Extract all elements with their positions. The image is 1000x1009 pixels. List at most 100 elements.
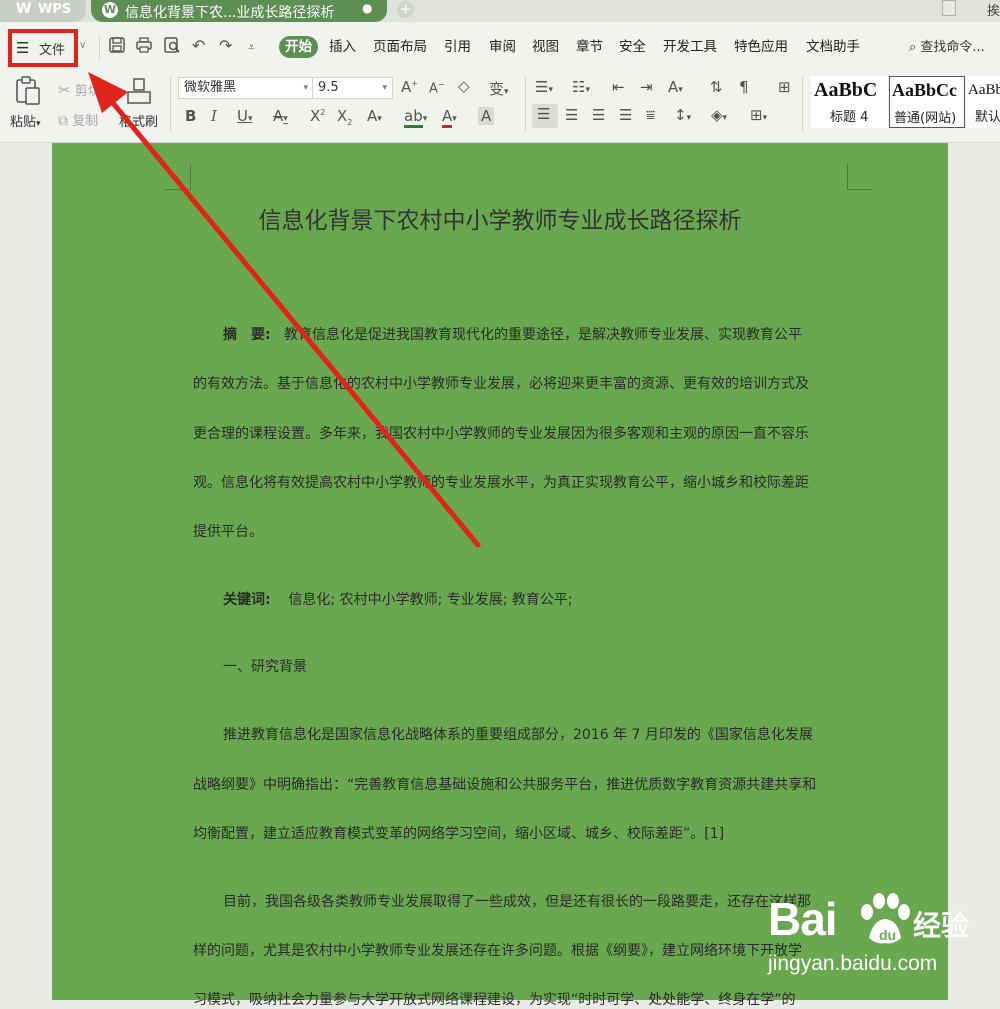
subscript-icon[interactable]: X2 [337,107,352,127]
font-size-combo[interactable]: 9.5 ▾ [312,77,393,99]
tab-special-features[interactable]: 特色应用 [734,36,788,58]
align-center-icon[interactable]: ☰ [565,106,578,124]
text-effect-icon[interactable]: A▾ [367,107,382,125]
style-sample: AaBbCc [892,80,958,100]
document-tab[interactable]: W 信息化背景下农...业成长路径探析 ● [91,0,387,22]
tab-developer[interactable]: 开发工具 [663,36,717,58]
style-name: 默认 [975,110,1000,125]
tab-review[interactable]: 审阅 [489,36,516,58]
print-preview-icon[interactable] [163,36,181,58]
tab-document-assistant[interactable]: 文档助手 [806,36,860,58]
document-page[interactable] [52,143,948,1000]
distribute-icon[interactable]: ⩸ [646,106,655,124]
chevron-down-icon[interactable]: ∨ [79,40,86,51]
abstract-line: 提供平台。 [193,524,263,540]
numbered-list-icon[interactable]: ☷▾ [572,78,590,96]
underline-icon[interactable]: U▾ [237,107,253,125]
font-name-value: 微软雅黑 [184,80,237,95]
increase-indent-icon[interactable]: ⇥ [640,78,653,96]
paw-icon: du [861,893,910,944]
superscript-icon[interactable]: X2 [310,107,325,125]
document-title: 信息化背景下农村中小学教师专业成长路径探析 [258,208,742,234]
justify-icon[interactable]: ☰ [619,106,632,124]
watermark-jingyan: 经验 [913,909,970,942]
body-line: 推进教育信息化是国家信息化战略体系的重要组成部分，2016 年 7 月印发的《国… [223,727,813,743]
show-marks-icon[interactable]: ¶ [739,78,749,96]
cut-label: 剪切 [74,84,101,99]
scissors-icon: ✂ [58,81,71,99]
highlight-color-icon[interactable]: ab▾ [404,107,427,128]
body-line: 均衡配置，建立适应教育模式变革的网络学习空间，缩小区域、城乡、校际差距”。[1] [193,826,725,842]
document-tab-title: 信息化背景下农...业成长路径探析 [125,5,335,21]
decrease-indent-icon[interactable]: ⇤ [612,78,625,96]
copy-button[interactable]: ⧉ 复制 [58,110,98,129]
align-left-icon: ☰ [537,105,551,123]
decrease-font-size-icon[interactable]: A− [429,80,445,96]
paste-icon[interactable] [14,76,42,110]
tab-chapter[interactable]: 章节 [576,36,603,58]
strikethrough-icon[interactable]: A▾ [273,107,288,125]
tab-security[interactable]: 安全 [619,36,646,58]
window-control-text[interactable]: 挨 [987,0,1000,19]
tab-references[interactable]: 引用 [444,36,471,58]
new-tab-button[interactable]: + [397,1,414,18]
wps-logo-icon: W [16,1,32,17]
save-icon[interactable] [108,36,126,58]
tab-home[interactable]: 开始 [279,36,318,58]
redo-icon[interactable]: ↷ [219,36,232,55]
italic-icon[interactable]: I [211,107,217,125]
bold-icon[interactable]: B [185,107,196,125]
window-icon[interactable] [942,0,956,16]
font-name-combo[interactable]: 微软雅黑 ▾ [178,77,314,99]
text-direction-icon[interactable]: A▾ [668,78,683,96]
body-line: 战略纲要》中明确指出：“完善教育信息基础设施和公共服务平台，推进优质数字教育资源… [193,777,817,793]
body-line: 习模式，吸纳社会力量参与大学开放式网络课程建设，为实现“时时可学、处处能学、终身… [193,992,796,1008]
keywords-label: 关键词: [223,592,271,608]
paste-button[interactable]: 粘贴▾ [10,111,41,130]
align-right-icon[interactable]: ☰ [592,106,605,124]
sort-icon[interactable]: ⇅ [710,78,723,96]
style-heading4[interactable]: AaBbC 标题 4 [811,76,888,128]
table-icon[interactable]: ⊞ [778,78,791,96]
divider [99,36,100,60]
customize-quick-access-icon[interactable]: ⩡ [248,40,255,55]
shading-icon[interactable]: ◈▾ [711,106,727,124]
format-painter-icon[interactable] [124,76,154,110]
search-label: 查找命令... [920,40,985,55]
abstract-text: 教育信息化是促进我国教育现代化的重要途径，是解决教师专业发展、实现教育公平 [283,327,802,343]
style-default[interactable]: AaBb 默认 [966,76,1000,128]
style-normal-web[interactable]: AaBbCc 普通(网站) [889,76,965,128]
print-icon[interactable] [135,36,153,58]
style-name: 标题 4 [830,110,869,125]
page-corner-mark [847,164,873,190]
bullet-list-icon[interactable]: ☰▾ [535,78,553,96]
style-sample: AaBb [968,82,1000,98]
format-painter-button[interactable]: 格式刷 [119,111,158,130]
divider [170,76,171,132]
watermark-brand: Bai [768,893,838,945]
abstract-line: 更合理的课程设置。多年来，我国农村中小学教师的专业发展因为很多客观和主观的原因一… [193,426,809,442]
paste-label: 粘贴 [10,115,37,130]
tab-view[interactable]: 视图 [532,36,559,58]
undo-icon[interactable]: ↶ [192,36,205,55]
cut-button[interactable]: ✂ 剪切 [58,80,101,99]
abstract-line: 观。信息化将有效提高农村中小学教师的专业发展水平，为真正实现教育公平，缩小城乡和… [193,475,809,491]
copy-icon: ⧉ [58,113,68,129]
phonetic-guide-icon[interactable]: 变▾ [489,78,509,99]
font-color-icon[interactable]: A▾ [442,107,457,128]
tab-insert[interactable]: 插入 [329,36,356,58]
paste-dropdown-icon: ▾ [36,119,41,129]
character-shading-icon[interactable]: A [478,107,495,125]
increase-font-size-icon[interactable]: A+ [401,78,418,96]
wps-home-tab[interactable]: W WPS [0,0,86,22]
tab-page-layout[interactable]: 页面布局 [373,36,427,58]
line-spacing-icon[interactable]: ↕▾ [674,106,691,124]
body-line: 样的问题，尤其是农村中小学教师专业发展还存在许多问题。根据《纲要》，建立网络环境… [193,943,802,959]
borders-icon[interactable]: ⊞▾ [750,106,767,124]
unsaved-indicator[interactable]: ● [362,1,372,15]
copy-label: 复制 [72,114,99,129]
align-left-button[interactable]: ☰ [532,104,558,128]
command-search[interactable]: ⌕ 查找命令... [909,36,985,55]
baidu-jingyan-watermark: Bai du 经验 jingyan.baidu.com [763,888,1000,998]
clear-format-icon[interactable]: ◇ [458,77,470,95]
